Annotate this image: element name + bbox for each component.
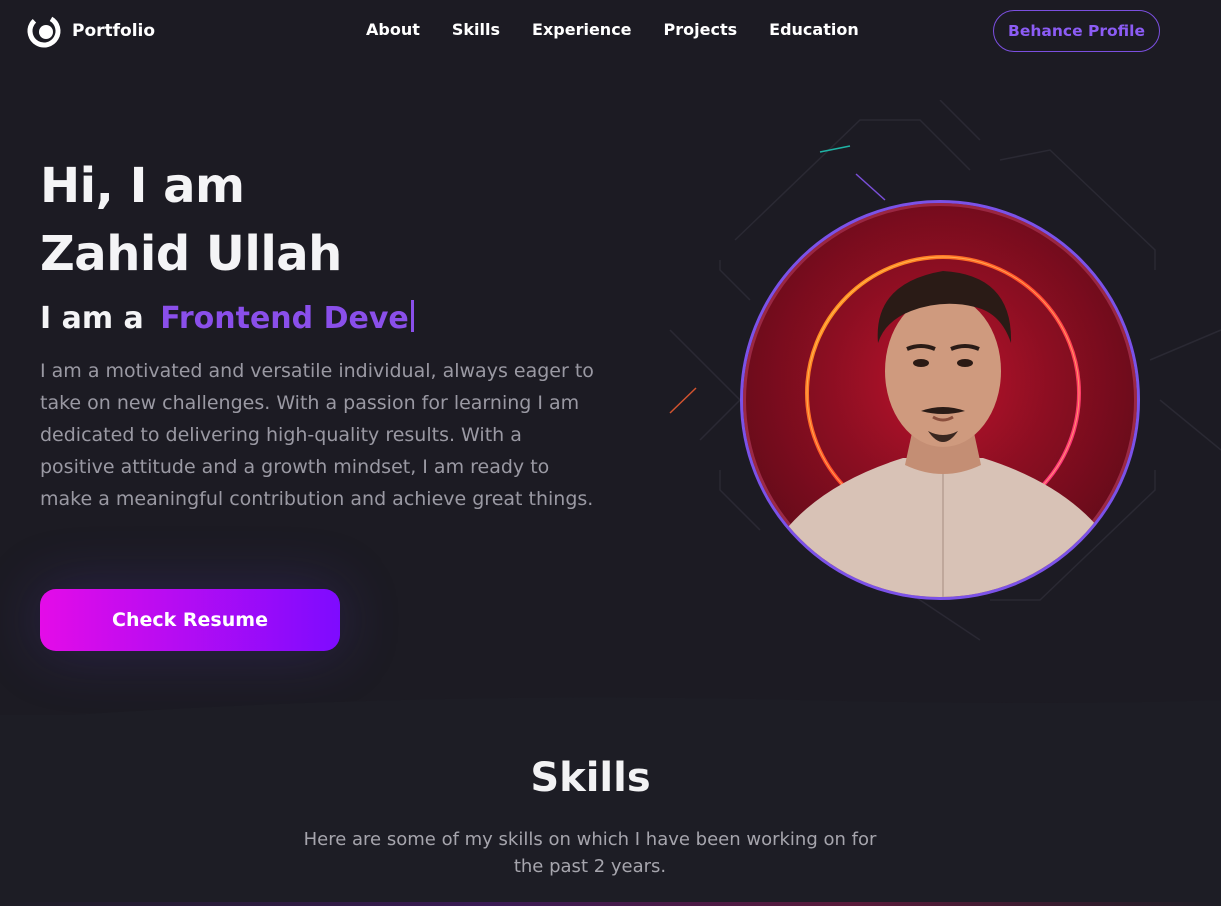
- nav-link-experience[interactable]: Experience: [532, 20, 632, 39]
- role-typed-text: Frontend Deve: [160, 301, 409, 336]
- logo-text: Portfolio: [72, 21, 156, 41]
- intro-paragraph: I am a motivated and versatile individua…: [40, 360, 594, 510]
- hero-title: Hi, I am Zahid Ullah: [40, 152, 342, 288]
- role-line: I am a Frontend Deve: [40, 300, 414, 336]
- nav-link-skills[interactable]: Skills: [452, 20, 500, 39]
- nav-link-projects[interactable]: Projects: [664, 20, 738, 39]
- portfolio-logo-icon: [26, 13, 62, 49]
- check-resume-button[interactable]: Check Resume: [40, 589, 340, 651]
- nav-links: About Skills Experience Projects Educati…: [366, 20, 859, 39]
- hero-title-line2: Zahid Ullah: [40, 226, 342, 282]
- role-prefix: I am a: [40, 301, 144, 336]
- profile-portrait: [740, 200, 1140, 600]
- skills-title: Skills: [530, 755, 651, 801]
- logo[interactable]: Portfolio: [26, 13, 155, 49]
- hero-title-line1: Hi, I am: [40, 158, 245, 214]
- top-navbar: Portfolio About Skills Experience Projec…: [0, 0, 1221, 64]
- section-bottom-glow: [0, 902, 1221, 906]
- behance-profile-button[interactable]: Behance Profile: [993, 10, 1160, 52]
- profile-photo-illustration: [743, 203, 1137, 597]
- nav-link-about[interactable]: About: [366, 20, 420, 39]
- typing-cursor: [410, 300, 414, 332]
- skills-description: Here are some of my skills on which I ha…: [303, 829, 877, 877]
- nav-link-education[interactable]: Education: [769, 20, 859, 39]
